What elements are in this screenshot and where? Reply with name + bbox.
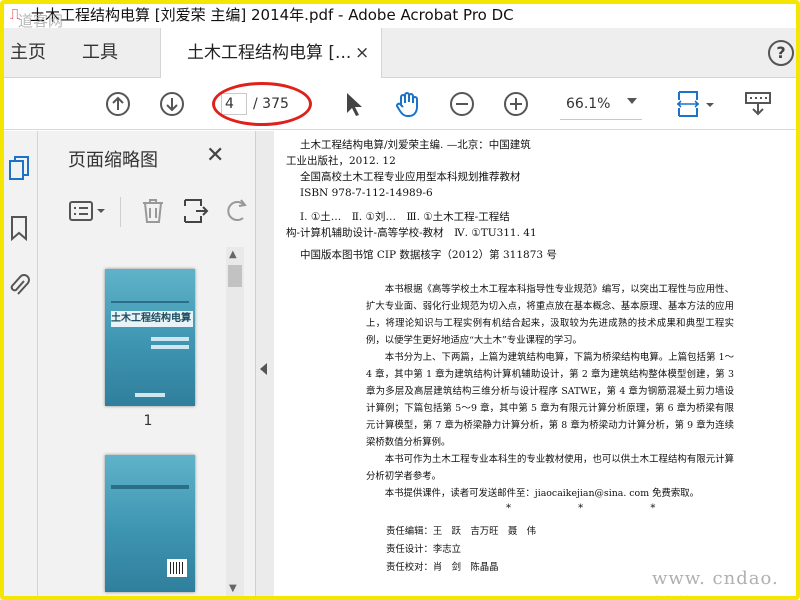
- options-menu-button[interactable]: [68, 199, 108, 227]
- panel-toolbar: [38, 191, 256, 235]
- watermark-bottom: www. cndao. com: [652, 568, 779, 600]
- bookmark-icon: [11, 216, 27, 242]
- zoom-underline: [560, 119, 642, 120]
- cip-line: 工业出版社，2012. 12: [286, 155, 396, 167]
- description-paragraph: 本书根据《高等学校土木工程本科指导性专业规范》编写，以突出工程性与应用性、扩大专…: [366, 284, 734, 346]
- thumbnail-label-1: 1: [143, 413, 153, 429]
- fit-width-icon: [676, 91, 714, 117]
- bookmarks-button[interactable]: [9, 215, 29, 245]
- credit-line: 责任编辑：王 跃 吉万旺 聂 伟: [386, 526, 537, 537]
- thumbnails-panel: 页面缩略图 ✕ 土木工程结构电算 1 ▲ ▼: [38, 131, 256, 600]
- window-title: 土木工程结构电算 [刘爱荣 主编] 2014年.pdf - Adobe Acro…: [30, 5, 514, 24]
- cip-number: 中国版本图书馆 CIP 数据核字（2012）第 311873 号: [300, 249, 557, 261]
- cip-line: ISBN 978-7-112-14989-6: [300, 187, 433, 199]
- document-tab[interactable]: 土木工程结构电算 [... ×: [160, 28, 382, 78]
- toolbar: [0, 78, 800, 130]
- attachments-button[interactable]: [7, 271, 31, 303]
- pages-icon: [9, 156, 29, 180]
- trash-icon: [143, 199, 163, 223]
- scroll-down-icon[interactable]: ▼: [229, 583, 237, 594]
- arrow-down-circle-icon: [160, 92, 184, 116]
- thumbnail-page-2[interactable]: [105, 455, 195, 592]
- book-description: 本书根据《高等学校土木工程本科指导性专业规范》编写，以突出工程性与应用性、扩大专…: [366, 281, 734, 502]
- navigation-rail: [0, 131, 38, 600]
- cip-line: 全国高校土木工程专业应用型本科规划推荐教材: [300, 171, 521, 183]
- arrow-up-circle-icon: [106, 92, 130, 116]
- divider: [120, 197, 121, 227]
- collapse-arrow-icon[interactable]: [260, 363, 267, 375]
- panel-collapse-strip[interactable]: [256, 131, 274, 600]
- zoom-dropdown-icon[interactable]: [627, 98, 637, 104]
- description-paragraph: 本书可作为土木工程专业本科生的专业教材使用，也可以供土木工程结构有限元计算分析初…: [366, 454, 734, 482]
- plus-circle-icon: [504, 92, 528, 116]
- panel-title: 页面缩略图: [68, 150, 158, 171]
- document-tab-title: 土木工程结构电算 [...: [187, 43, 352, 63]
- keyboard-download-icon: [745, 92, 771, 116]
- thumbnail-list[interactable]: 土木工程结构电算 1: [48, 247, 224, 600]
- editor-credits: 责任编辑：王 跃 吉万旺 聂 伟 责任设计：李志立 责任校对：肖 剑 陈晶晶: [386, 523, 536, 577]
- hand-tool-button[interactable]: [390, 78, 424, 130]
- minus-circle-icon: [450, 92, 474, 116]
- cover-text-line: [151, 345, 189, 349]
- cover-line: [111, 485, 189, 489]
- cip-line: 构-计算机辅助设计-高等学校-教材 Ⅳ. ①TU311. 41: [286, 227, 537, 239]
- tab-tools[interactable]: 工具: [82, 28, 118, 78]
- delete-page-button[interactable]: [140, 197, 166, 229]
- insert-page-button[interactable]: [182, 197, 210, 229]
- credit-line: 责任校对：肖 剑 陈晶晶: [386, 562, 499, 573]
- insert-page-icon: [184, 199, 209, 223]
- description-paragraph: 本书分为上、下两篇，上篇为建筑结构电算，下篇为桥梁结构电算。上篇包括第 1～4 …: [366, 352, 734, 448]
- fit-page-button[interactable]: [672, 78, 718, 130]
- cip-spacer: [286, 201, 586, 209]
- menu-bar: 主页 工具 土木工程结构电算 [... × ?: [0, 28, 800, 78]
- hand-icon: [396, 92, 418, 117]
- cover-line: [111, 301, 189, 303]
- scroll-up-icon[interactable]: ▲: [229, 249, 237, 260]
- paperclip-icon: [10, 274, 30, 295]
- thumbnail-scrollbar[interactable]: ▲ ▼: [226, 247, 244, 600]
- rotate-page-button[interactable]: [224, 197, 252, 229]
- rotate-icon: [227, 199, 247, 221]
- title-bar: ⎍ 土木工程结构电算 [刘爱荣 主编] 2014年.pdf - Adobe Ac…: [0, 0, 800, 28]
- cover-text-line: [151, 337, 189, 341]
- previous-page-button[interactable]: [102, 78, 134, 130]
- zoom-out-button[interactable]: [446, 78, 478, 130]
- document-page: 土木工程结构电算/刘爱荣主编. —北京：中国建筑 工业出版社，2012. 12 …: [274, 131, 800, 600]
- page-thumbnails-button[interactable]: [7, 155, 31, 187]
- barcode-icon: [167, 559, 187, 577]
- read-mode-button[interactable]: [738, 78, 778, 130]
- cursor-arrow-icon: [347, 93, 362, 116]
- close-tab-button[interactable]: ×: [355, 28, 369, 78]
- list-options-icon: [69, 201, 105, 221]
- separator-stars: * * *: [506, 503, 688, 514]
- cover-title: 土木工程结构电算: [111, 311, 193, 327]
- annotation-ellipse: [212, 82, 312, 126]
- cip-line: Ⅰ. ①土… Ⅱ. ①刘… Ⅲ. ①土木工程-工程结: [300, 211, 510, 223]
- tab-home[interactable]: 主页: [10, 28, 46, 78]
- thumbnail-page-1[interactable]: 土木工程结构电算: [105, 269, 195, 406]
- cip-block: 土木工程结构电算/刘爱荣主编. —北京：中国建筑 工业出版社，2012. 12 …: [286, 137, 586, 263]
- next-page-button[interactable]: [156, 78, 188, 130]
- cip-line: 土木工程结构电算/刘爱荣主编. —北京：中国建筑: [300, 139, 531, 151]
- credit-line: 责任设计：李志立: [386, 544, 462, 555]
- zoom-select[interactable]: 66.1%: [566, 93, 610, 115]
- cover-publisher-line: [135, 393, 165, 397]
- select-tool-button[interactable]: [338, 78, 368, 130]
- close-panel-button[interactable]: ✕: [206, 143, 224, 168]
- zoom-in-button[interactable]: [500, 78, 532, 130]
- scrollbar-thumb[interactable]: [228, 265, 242, 287]
- description-paragraph: 本书提供课件，读者可发送邮件至：jiaocaikejian@sina. com …: [384, 488, 699, 499]
- help-button[interactable]: ?: [768, 40, 794, 66]
